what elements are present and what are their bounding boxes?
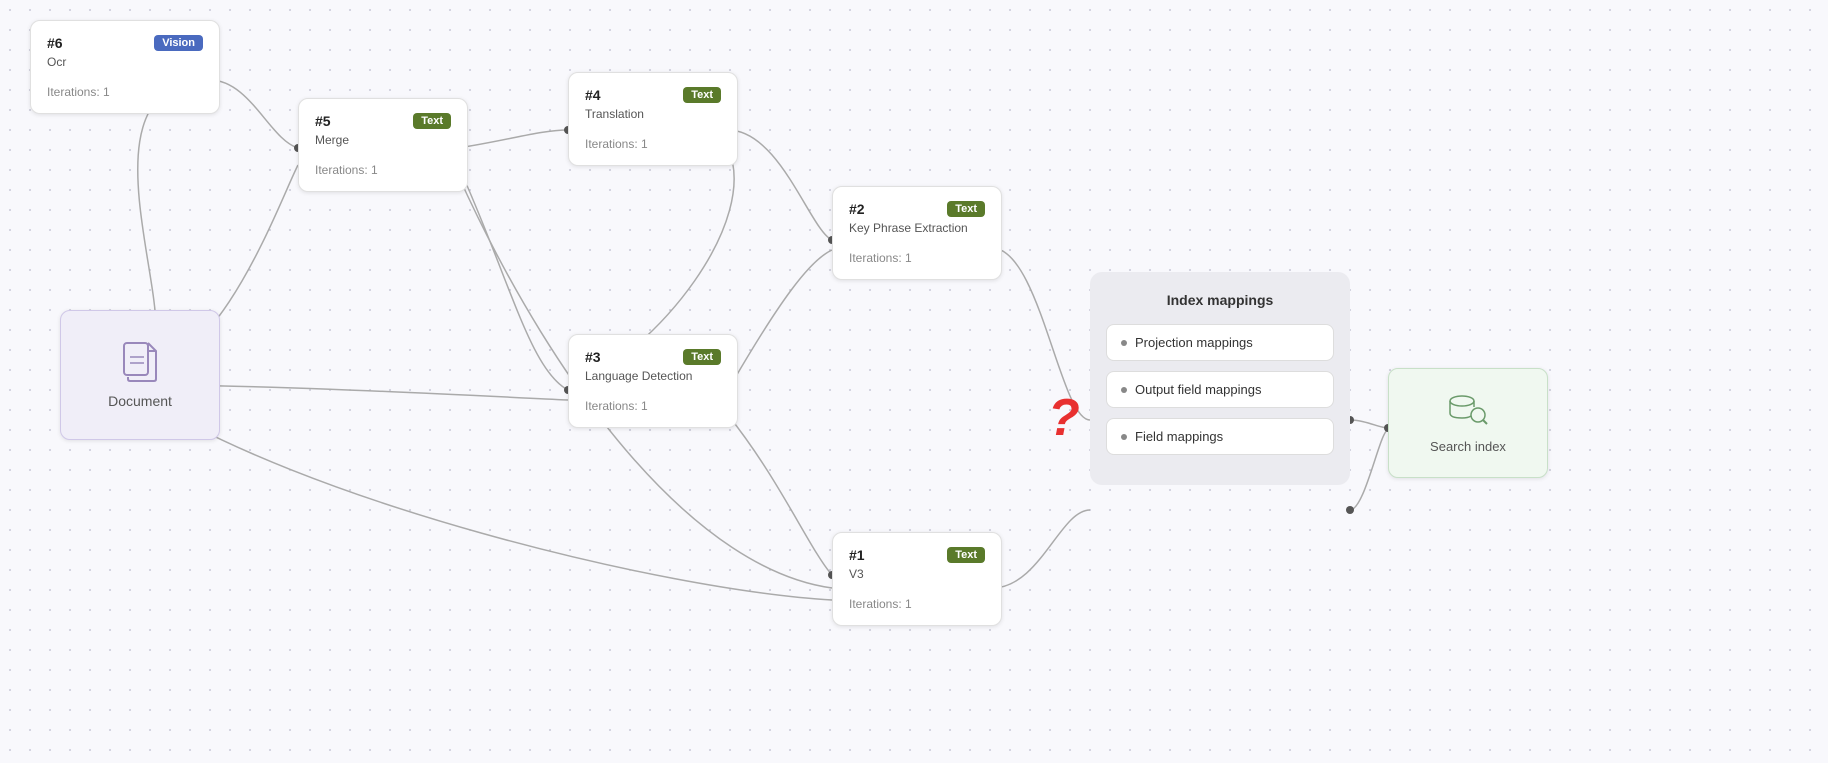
search-index-icon — [1448, 393, 1488, 429]
node-3-number: #3 — [585, 349, 601, 365]
node-2-iterations: Iterations: 1 — [849, 251, 985, 265]
output-field-mappings-label: Output field mappings — [1135, 382, 1261, 397]
node-6-number: #6 — [47, 35, 63, 51]
node-4[interactable]: #4 Text Translation Iterations: 1 — [568, 72, 738, 166]
projection-bullet — [1121, 340, 1127, 346]
projection-mappings-label: Projection mappings — [1135, 335, 1253, 350]
output-bullet — [1121, 387, 1127, 393]
node-1-iterations: Iterations: 1 — [849, 597, 985, 611]
search-index-node[interactable]: Search index — [1388, 368, 1548, 478]
field-mappings-label: Field mappings — [1135, 429, 1223, 444]
node-1-badge: Text — [947, 547, 985, 563]
index-mappings-box: Index mappings Projection mappings Outpu… — [1090, 272, 1350, 485]
node-3[interactable]: #3 Text Language Detection Iterations: 1 — [568, 334, 738, 428]
node-5-title: Merge — [315, 133, 451, 147]
node-6-iterations: Iterations: 1 — [47, 85, 203, 99]
node-4-number: #4 — [585, 87, 601, 103]
node-6-title: Ocr — [47, 55, 203, 69]
document-icon — [122, 341, 158, 383]
node-6[interactable]: #6 Vision Ocr Iterations: 1 — [30, 20, 220, 114]
node-4-badge: Text — [683, 87, 721, 103]
node-3-badge: Text — [683, 349, 721, 365]
field-mappings-item[interactable]: Field mappings — [1106, 418, 1334, 455]
node-5-iterations: Iterations: 1 — [315, 163, 451, 177]
node-3-title: Language Detection — [585, 369, 721, 383]
question-mark-indicator: ? — [1048, 388, 1080, 448]
node-1-title: V3 — [849, 567, 985, 581]
index-mappings-title: Index mappings — [1106, 292, 1334, 308]
search-index-label: Search index — [1430, 439, 1506, 454]
node-5[interactable]: #5 Text Merge Iterations: 1 — [298, 98, 468, 192]
node-2-number: #2 — [849, 201, 865, 217]
node-2[interactable]: #2 Text Key Phrase Extraction Iterations… — [832, 186, 1002, 280]
node-5-badge: Text — [413, 113, 451, 129]
output-field-mappings-item[interactable]: Output field mappings — [1106, 371, 1334, 408]
document-node[interactable]: Document — [60, 310, 220, 440]
node-4-title: Translation — [585, 107, 721, 121]
document-label: Document — [108, 393, 172, 409]
field-bullet — [1121, 434, 1127, 440]
projection-mappings-item[interactable]: Projection mappings — [1106, 324, 1334, 361]
node-6-badge: Vision — [154, 35, 203, 51]
node-3-iterations: Iterations: 1 — [585, 399, 721, 413]
node-5-number: #5 — [315, 113, 331, 129]
node-2-badge: Text — [947, 201, 985, 217]
node-4-iterations: Iterations: 1 — [585, 137, 721, 151]
node-1[interactable]: #1 Text V3 Iterations: 1 — [832, 532, 1002, 626]
node-2-title: Key Phrase Extraction — [849, 221, 985, 235]
node-1-number: #1 — [849, 547, 865, 563]
